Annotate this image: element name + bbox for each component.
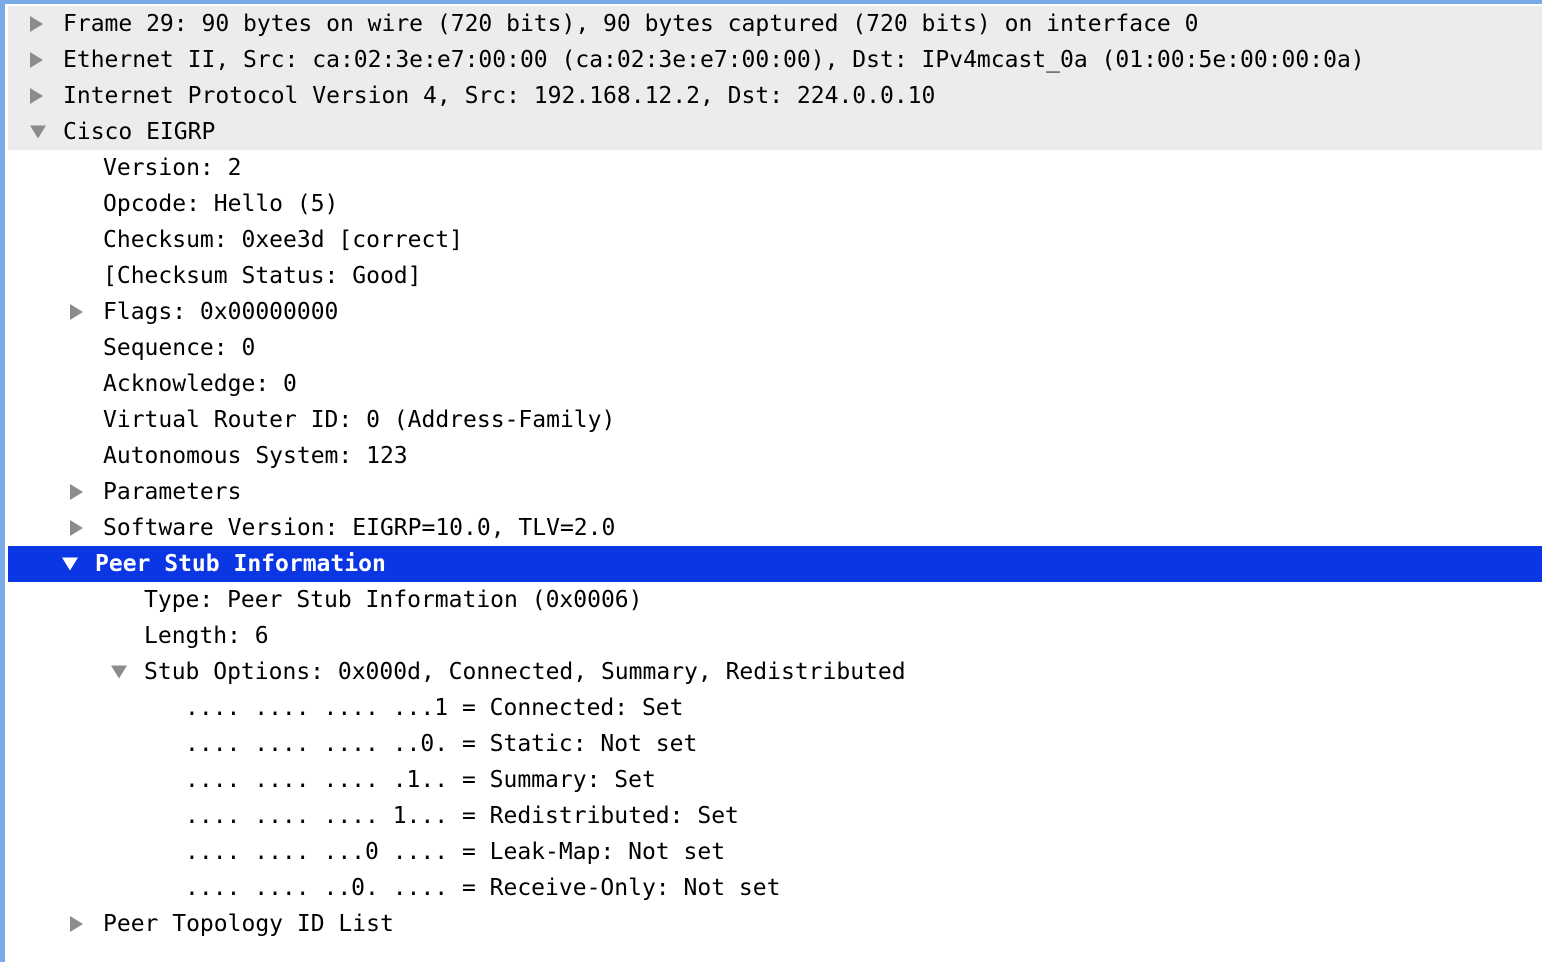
tree-row-peer-stub-information[interactable]: Peer Stub Information [8, 546, 1542, 582]
tree-row-label: Length: 6 [144, 618, 269, 654]
tree-row-parameters[interactable]: Parameters [8, 474, 1542, 510]
tree-row-label: Peer Stub Information [95, 546, 386, 582]
tree-row-label: Frame 29: 90 bytes on wire (720 bits), 9… [63, 6, 1198, 42]
tree-row-label: .... .... .... .1.. = Summary: Set [185, 762, 656, 798]
tree-row-label: Internet Protocol Version 4, Src: 192.16… [63, 78, 935, 114]
tree-row-length[interactable]: Length: 6 [8, 618, 1542, 654]
tree-row-label: Peer Topology ID List [103, 906, 394, 942]
tree-row-label: .... .... .... ...1 = Connected: Set [185, 690, 684, 726]
tree-row-checksum-status[interactable]: [Checksum Status: Good] [8, 258, 1542, 294]
chevron-down-icon[interactable] [111, 666, 127, 679]
tree-row-sequence[interactable]: Sequence: 0 [8, 330, 1542, 366]
protocol-tree[interactable]: Frame 29: 90 bytes on wire (720 bits), 9… [8, 6, 1542, 962]
chevron-right-icon[interactable] [30, 52, 43, 68]
tree-row-frame[interactable]: Frame 29: 90 bytes on wire (720 bits), 9… [8, 6, 1542, 42]
tree-row-acknowledge[interactable]: Acknowledge: 0 [8, 366, 1542, 402]
tree-row-label: Flags: 0x00000000 [103, 294, 338, 330]
tree-row-label: Cisco EIGRP [63, 114, 215, 150]
tree-row-label: Opcode: Hello (5) [103, 186, 338, 222]
chevron-right-icon[interactable] [70, 484, 83, 500]
tree-row-bit-redistributed[interactable]: .... .... .... 1... = Redistributed: Set [8, 798, 1542, 834]
tree-row-label: Acknowledge: 0 [103, 366, 297, 402]
tree-row-ipv4[interactable]: Internet Protocol Version 4, Src: 192.16… [8, 78, 1542, 114]
tree-row-checksum[interactable]: Checksum: 0xee3d [correct] [8, 222, 1542, 258]
tree-row-label: Autonomous System: 123 [103, 438, 408, 474]
tree-row-label: Type: Peer Stub Information (0x0006) [144, 582, 643, 618]
tree-row-bit-receive-only[interactable]: .... .... ..0. .... = Receive-Only: Not … [8, 870, 1542, 906]
tree-row-label: .... .... ..0. .... = Receive-Only: Not … [185, 870, 780, 906]
tree-row-ethernet-ii[interactable]: Ethernet II, Src: ca:02:3e:e7:00:00 (ca:… [8, 42, 1542, 78]
tree-row-stub-options[interactable]: Stub Options: 0x000d, Connected, Summary… [8, 654, 1542, 690]
tree-row-label: Virtual Router ID: 0 (Address-Family) [103, 402, 615, 438]
tree-row-label: .... .... .... 1... = Redistributed: Set [185, 798, 739, 834]
chevron-right-icon[interactable] [70, 520, 83, 536]
chevron-down-icon[interactable] [30, 126, 46, 139]
tree-row-software-version[interactable]: Software Version: EIGRP=10.0, TLV=2.0 [8, 510, 1542, 546]
tree-row-bit-summary[interactable]: .... .... .... .1.. = Summary: Set [8, 762, 1542, 798]
tree-row-opcode[interactable]: Opcode: Hello (5) [8, 186, 1542, 222]
tree-row-label: Checksum: 0xee3d [correct] [103, 222, 463, 258]
tree-row-label: Parameters [103, 474, 241, 510]
tree-row-cisco-eigrp[interactable]: Cisco EIGRP [8, 114, 1542, 150]
packet-details-window: Frame 29: 90 bytes on wire (720 bits), 9… [0, 0, 1542, 962]
tree-row-version[interactable]: Version: 2 [8, 150, 1542, 186]
tree-row-label: Version: 2 [103, 150, 241, 186]
tree-row-bit-connected[interactable]: .... .... .... ...1 = Connected: Set [8, 690, 1542, 726]
tree-row-label: .... .... ...0 .... = Leak-Map: Not set [185, 834, 725, 870]
chevron-right-icon[interactable] [70, 304, 83, 320]
tree-row-label: .... .... .... ..0. = Static: Not set [185, 726, 697, 762]
tree-row-label: Software Version: EIGRP=10.0, TLV=2.0 [103, 510, 615, 546]
chevron-down-icon[interactable] [62, 558, 78, 571]
tree-row-autonomous-system[interactable]: Autonomous System: 123 [8, 438, 1542, 474]
tree-row-label: [Checksum Status: Good] [103, 258, 422, 294]
tree-row-flags[interactable]: Flags: 0x00000000 [8, 294, 1542, 330]
tree-row-label: Stub Options: 0x000d, Connected, Summary… [144, 654, 906, 690]
chevron-right-icon[interactable] [70, 916, 83, 932]
chevron-right-icon[interactable] [30, 88, 43, 104]
tree-row-peer-topology-id-list[interactable]: Peer Topology ID List [8, 906, 1542, 942]
tree-row-label: Sequence: 0 [103, 330, 255, 366]
tree-row-label: Ethernet II, Src: ca:02:3e:e7:00:00 (ca:… [63, 42, 1365, 78]
tree-row-bit-leak-map[interactable]: .... .... ...0 .... = Leak-Map: Not set [8, 834, 1542, 870]
tree-row-virtual-router-id[interactable]: Virtual Router ID: 0 (Address-Family) [8, 402, 1542, 438]
chevron-right-icon[interactable] [30, 16, 43, 32]
tree-row-type[interactable]: Type: Peer Stub Information (0x0006) [8, 582, 1542, 618]
tree-row-bit-static[interactable]: .... .... .... ..0. = Static: Not set [8, 726, 1542, 762]
